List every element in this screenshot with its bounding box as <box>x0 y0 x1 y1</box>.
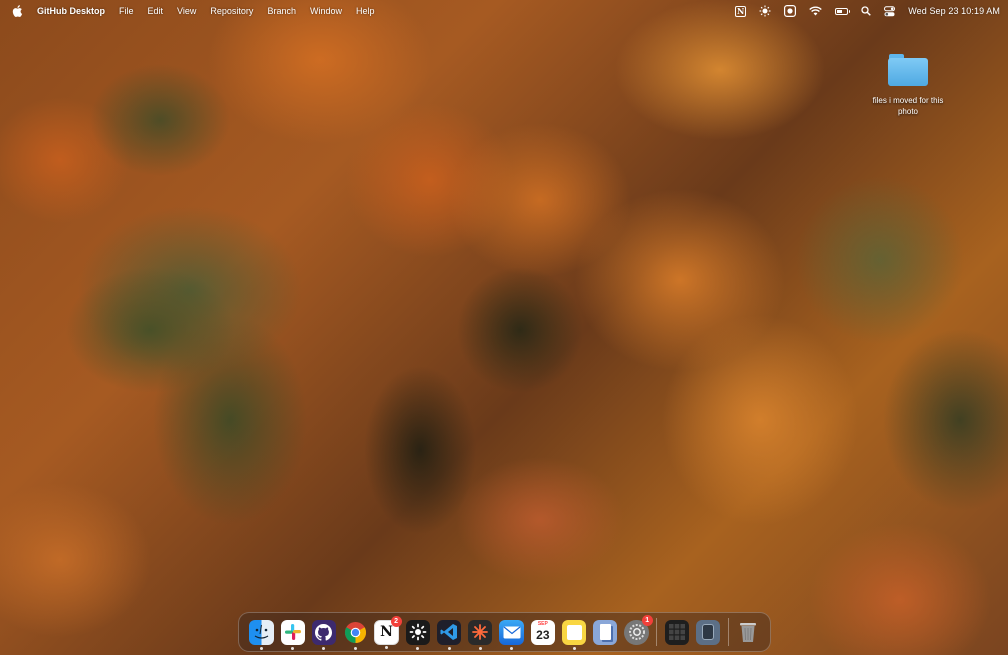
settings-badge: 1 <box>641 614 653 626</box>
wifi-icon[interactable] <box>809 6 822 16</box>
menu-edit[interactable]: Edit <box>148 6 164 16</box>
search-icon[interactable] <box>861 6 871 16</box>
apple-icon[interactable] <box>12 5 23 17</box>
clock[interactable]: Wed Sep 23 10:19 AM <box>908 6 1000 16</box>
github-icon[interactable] <box>311 619 337 650</box>
desktop-folder[interactable]: files i moved for this photo <box>866 54 950 117</box>
brightness-icon[interactable] <box>759 5 771 17</box>
calendar-icon[interactable]: SEP 23 <box>530 619 555 645</box>
notion-badge: 2 <box>390 615 402 627</box>
battery-level-fill <box>837 9 843 13</box>
menu-bar: GitHub Desktop File Edit View Repository… <box>0 0 1008 22</box>
menu-help[interactable]: Help <box>356 6 375 16</box>
record-icon[interactable] <box>784 5 797 17</box>
menu-repository[interactable]: Repository <box>210 6 253 16</box>
dock: N 2 SEP 23 1 <box>238 612 771 652</box>
folder-icon[interactable] <box>888 54 928 86</box>
menu-window[interactable]: Window <box>310 6 342 16</box>
desktop-folder-label[interactable]: files i moved for this photo <box>866 95 950 117</box>
trash-icon[interactable] <box>736 620 760 645</box>
dock-separator <box>727 618 729 646</box>
sunflower-icon[interactable] <box>405 619 430 650</box>
vscode-icon[interactable] <box>436 619 462 650</box>
notes-icon[interactable] <box>561 619 587 650</box>
slack-icon[interactable] <box>280 619 305 650</box>
finder-icon[interactable] <box>248 619 274 650</box>
control-center-icon[interactable] <box>884 5 896 17</box>
preview-icon[interactable] <box>593 619 618 645</box>
notion-icon[interactable]: N <box>735 5 747 17</box>
downloads-icon[interactable] <box>695 619 721 645</box>
menu-bar-right: N Wed Sep 23 10:19 AM <box>722 5 1000 17</box>
app-name-menu[interactable]: GitHub Desktop <box>37 6 105 16</box>
menu-view[interactable]: View <box>177 6 196 16</box>
settings-icon[interactable]: 1 <box>624 614 653 645</box>
menu-branch[interactable]: Branch <box>267 6 296 16</box>
chrome-icon[interactable] <box>343 620 367 650</box>
spark-icon[interactable] <box>468 619 493 650</box>
menu-file[interactable]: File <box>119 6 134 16</box>
menu-bar-left: GitHub Desktop File Edit View Repository… <box>12 5 389 17</box>
stack-icon[interactable] <box>664 619 689 645</box>
calendar-day: 23 <box>536 627 550 642</box>
dock-separator <box>656 618 658 646</box>
desktop-wallpaper <box>0 0 1008 655</box>
mail-icon[interactable] <box>499 619 524 650</box>
notion-icon[interactable]: N 2 <box>374 615 402 649</box>
battery-icon[interactable] <box>835 7 851 15</box>
